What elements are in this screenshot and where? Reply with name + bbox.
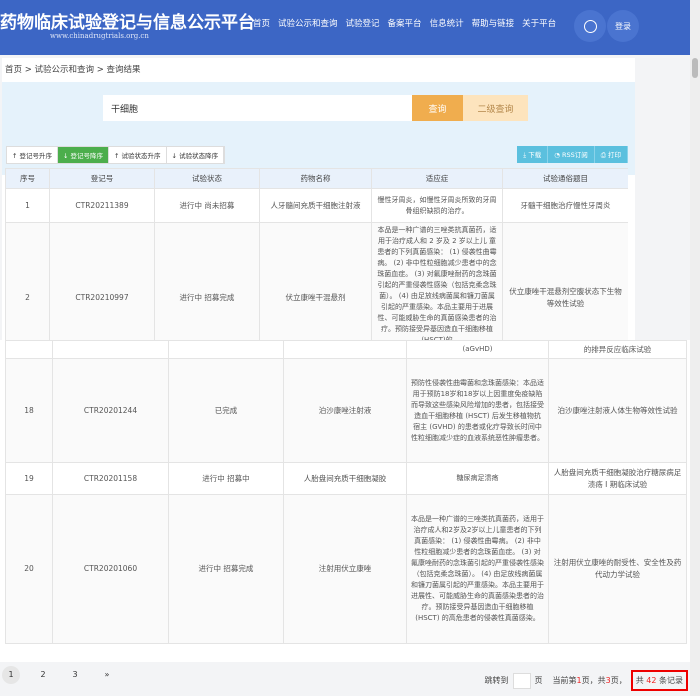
pagination: 1 2 3 » 跳转到 页 当前第1页，共3页， 共 42 条记录 <box>0 662 690 691</box>
total-suffix: 条记录 <box>659 676 683 685</box>
table-row[interactable]: 1 CTR20211389 进行中 尚未招募 人牙髓间充质干细胞注射液 慢性牙周… <box>5 188 628 223</box>
cell-id[interactable]: CTR20210997 <box>49 222 155 340</box>
sort-status-asc[interactable]: ↑ 试验状态升序 <box>109 147 167 163</box>
jump-label: 跳转到 <box>484 676 509 685</box>
cell-status: 进行中 招募完成 <box>154 222 260 340</box>
login-button[interactable]: 登录 <box>607 10 639 42</box>
cell-indication: 本品是一种广谱的三唑类抗真菌药，适用于治疗成人和2岁及2岁以上儿童患者的下列真菌… <box>406 494 549 644</box>
sort-toolbar: ↑ 登记号升序 ↓ 登记号降序 ↑ 试验状态升序 ↓ 试验状态降序 <box>6 146 226 164</box>
cell-id[interactable]: CTR20201244 <box>52 358 169 463</box>
results-table-continued: (aGvHD) 的排异反应临床试验 18 CTR20201244 已完成 泊沙康… <box>5 340 687 644</box>
cell-indication: (aGvHD) <box>406 340 549 359</box>
nav-stats[interactable]: 信息统计 <box>430 17 464 29</box>
breadcrumb: 首页 > 试验公示和查询 > 查询结果 <box>5 65 141 75</box>
cell-no: 19 <box>5 462 53 495</box>
cell-drug: 注射用伏立康唑 <box>283 494 407 644</box>
site-header: 药物临床试验登记与信息公示平台 www.chinadrugtrials.org.… <box>0 0 690 55</box>
sort-status-desc[interactable]: ↓ 试验状态降序 <box>167 147 225 163</box>
site-url: www.chinadrugtrials.org.cn <box>50 32 149 40</box>
cell-status: 进行中 招募完成 <box>168 494 284 644</box>
cell-title[interactable]: 的排异反应临床试验 <box>548 340 687 359</box>
page-1[interactable]: 1 <box>2 666 20 684</box>
results-table: 序号 登记号 试验状态 药物名称 适应症 试验通俗题目 1 CTR2021138… <box>5 168 628 340</box>
table-row[interactable]: 20 CTR20201060 进行中 招募完成 注射用伏立康唑 本品是一种广谱的… <box>5 494 687 644</box>
total-records: 共 42 条记录 <box>630 670 688 691</box>
cell-indication: 预防性侵袭性曲霉菌和念珠菌感染：本品适用于预防18岁和18岁以上因重度免疫缺陷而… <box>406 358 549 463</box>
col-indication: 适应症 <box>371 168 503 189</box>
col-id: 登记号 <box>49 168 155 189</box>
nav-help[interactable]: 帮助与链接 <box>472 17 515 29</box>
sort-id-asc[interactable]: ↑ 登记号升序 <box>7 147 59 163</box>
cell-drug: 人牙髓间充质干细胞注射液 <box>259 188 372 223</box>
cell-status: 进行中 尚未招募 <box>154 188 260 223</box>
nav-filing[interactable]: 备案平台 <box>388 17 422 29</box>
page-info: 跳转到 页 当前第1页，共3页， 共 42 条记录 <box>484 670 688 691</box>
cell-id[interactable]: CTR20211389 <box>49 188 155 223</box>
nav-trials[interactable]: 试验公示和查询 <box>278 17 338 29</box>
current-prefix: 当前第 <box>552 676 577 685</box>
jump-page-input[interactable] <box>512 672 531 689</box>
cell-no: 20 <box>5 494 53 644</box>
action-toolbar: ⤓ 下载 ◔ RSS订阅 ⎙ 打印 <box>517 146 628 163</box>
table-header-row: 序号 登记号 试验状态 药物名称 适应症 试验通俗题目 <box>5 168 628 189</box>
search-button[interactable] <box>574 10 606 42</box>
page-2[interactable]: 2 <box>34 666 52 684</box>
pages-suffix: 页， <box>610 676 627 685</box>
col-status: 试验状态 <box>154 168 260 189</box>
cell-id[interactable]: CTR20201060 <box>52 494 169 644</box>
sort-id-desc[interactable]: ↓ 登记号降序 <box>58 147 110 163</box>
cell-drug: 泊沙康唑注射液 <box>283 358 407 463</box>
cell-indication: 慢性牙周炎，如慢性牙周炎所致的牙周骨组织缺损的治疗。 <box>371 188 503 223</box>
total-records-count: 42 <box>646 676 657 685</box>
col-title: 试验通俗题目 <box>502 168 628 189</box>
cell-drug: 人胎盘间充质干细胞凝胶 <box>283 462 407 495</box>
scrollbar[interactable] <box>690 0 700 696</box>
results-table-top-clip: 序号 登记号 试验状态 药物名称 适应症 试验通俗题目 1 CTR2021138… <box>5 168 628 340</box>
cell-title[interactable]: 人胎盘间充质干细胞凝胶治疗糖尿病足溃疡 I 期临床试验 <box>548 462 687 495</box>
current-suffix: 页，共 <box>581 676 606 685</box>
cell-title[interactable]: 牙髓干细胞治疗慢性牙周炎 <box>502 188 628 223</box>
nav-about[interactable]: 关于平台 <box>522 17 556 29</box>
next-page[interactable]: » <box>98 666 116 684</box>
table-row[interactable]: 18 CTR20201244 已完成 泊沙康唑注射液 预防性侵袭性曲霉菌和念珠菌… <box>5 358 687 463</box>
col-no: 序号 <box>5 168 50 189</box>
cell-status: 进行中 招募中 <box>168 462 284 495</box>
cell-no: 18 <box>5 358 53 463</box>
cell-title[interactable]: 泊沙康唑注射液人体生物等效性试验 <box>548 358 687 463</box>
cell-title[interactable]: 伏立康唑干混悬剂空腹状态下生物等效性试验 <box>502 222 628 340</box>
table-row-partial[interactable]: (aGvHD) 的排异反应临床试验 <box>5 340 687 359</box>
query-button[interactable]: 查询 <box>412 95 463 121</box>
advanced-query-button[interactable]: 二级查询 <box>463 95 528 121</box>
total-prefix: 共 <box>635 676 644 685</box>
cell-indication: 本品是一种广谱的三唑类抗真菌药，适用于治疗成人和 2 岁及 2 岁以上儿 童患者… <box>371 222 503 340</box>
table-row[interactable]: 19 CTR20201158 进行中 招募中 人胎盘间充质干细胞凝胶 糖尿病足溃… <box>5 462 687 495</box>
cell-status: 已完成 <box>168 358 284 463</box>
cell-no: 1 <box>5 188 50 223</box>
download-button[interactable]: ⤓ 下载 <box>517 146 549 163</box>
scrollbar-thumb[interactable] <box>692 58 698 78</box>
rss-button[interactable]: ◔ RSS订阅 <box>548 146 595 163</box>
cell-no: 2 <box>5 222 50 340</box>
cell-id[interactable]: CTR20201158 <box>52 462 169 495</box>
table-row[interactable]: 2 CTR20210997 进行中 招募完成 伏立康唑干混悬剂 本品是一种广谱的… <box>5 222 628 340</box>
nav-register[interactable]: 试验登记 <box>346 17 380 29</box>
site-logo[interactable]: 药物临床试验登记与信息公示平台 <box>0 8 255 33</box>
col-drug: 药物名称 <box>259 168 372 189</box>
main-nav: 首页 试验公示和查询 试验登记 备案平台 信息统计 帮助与链接 关于平台 <box>253 17 556 29</box>
print-button[interactable]: ⎙ 打印 <box>594 146 628 163</box>
search-input[interactable] <box>103 95 412 121</box>
search-icon <box>583 19 597 33</box>
cell-title[interactable]: 注射用伏立康唑的耐受性、安全性及药代动力学试验 <box>548 494 687 644</box>
page-3[interactable]: 3 <box>66 666 84 684</box>
nav-home[interactable]: 首页 <box>253 17 270 29</box>
page-unit: 页 <box>534 676 543 685</box>
cell-indication: 糖尿病足溃疡 <box>406 462 549 495</box>
cell-drug: 伏立康唑干混悬剂 <box>259 222 372 340</box>
